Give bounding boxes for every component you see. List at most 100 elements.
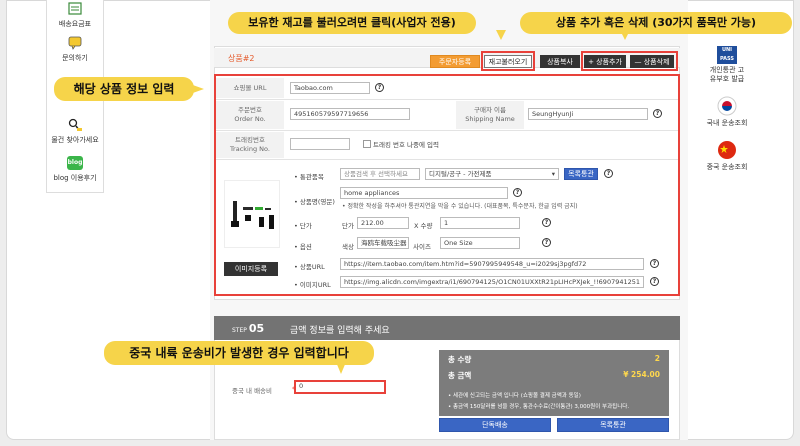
tracking-later-checkbox[interactable] (363, 140, 371, 148)
callout-enter-info: 해당 상품 정보 입력 (54, 77, 194, 101)
color-input[interactable]: 海鸥车载吸尘器【现 (357, 237, 409, 249)
step-number: STEP 05 (232, 322, 264, 335)
copy-product-button[interactable]: 상품복사 (540, 55, 580, 68)
shipping-name-input[interactable]: SeungHyunJi (528, 108, 648, 120)
unipass-icon: UNI PASS (717, 46, 737, 64)
shopping-url-input[interactable]: Taobao.com (290, 82, 370, 94)
shipping-name-label-en: Shipping Name (465, 115, 515, 123)
image-register-button[interactable]: 이미지등록 (224, 262, 278, 276)
step-number-value: 05 (248, 322, 265, 335)
help-icon[interactable]: ? (604, 169, 613, 178)
callout-add-delete: 상품 추가 혹은 삭제 (30가지 품목만 가능) (520, 12, 792, 34)
menu-label: 중국 운송조회 (706, 163, 748, 171)
product-name-note: • 정확한 작성을 하주셔야 통관지연을 막을 수 있습니다. (대표품목, 특… (342, 203, 578, 210)
tracking-label-en: Tracking No. (230, 145, 270, 153)
add-delete-highlight (581, 51, 678, 71)
category-value: 디지털/공구 - 가전제품 (429, 170, 492, 178)
order-no-label: 주문번호 Order No. (216, 101, 284, 129)
order-no-input[interactable]: 495160579597719656 (290, 108, 410, 120)
step-header (214, 316, 680, 340)
step-prefix: STEP (232, 327, 247, 334)
single-ship-button[interactable]: 단독배송 (439, 418, 551, 432)
menu-label: blog 이용후기 (53, 174, 97, 182)
callout-pointer (620, 30, 630, 40)
row-divider (216, 130, 678, 131)
menu-inquiry[interactable]: 문의하기 (47, 36, 103, 63)
shipping-cost-input[interactable]: 0 (296, 382, 384, 392)
menu-china-tracking[interactable]: 중국 운송조회 (697, 140, 757, 172)
shipping-name-label: 구매자 이름 Shipping Name (456, 101, 524, 129)
menu-label: 개인통관 고유부호 발급 (709, 66, 745, 83)
size-label: 사이즈 (413, 243, 431, 251)
right-quick-menu: UNI PASS 개인통관 고유부호 발급 국내 운송조회 중국 운송조회 (697, 36, 757, 186)
help-icon[interactable]: ? (513, 188, 522, 197)
search-person-icon (68, 118, 82, 131)
customs-item-label: • 통관품목 (294, 173, 324, 181)
blog-icon: blog (67, 156, 83, 170)
order-no-label-ko: 주문번호 (238, 106, 262, 114)
quantity-input[interactable]: 1 (440, 217, 520, 229)
color-label: 색상 (342, 243, 354, 251)
product-image (224, 180, 280, 248)
product-url-label: • 상품URL (294, 263, 325, 271)
callout-load-stock: 보유한 재고를 불러오려면 클릭(사업자 전용) (228, 12, 476, 34)
help-icon[interactable]: ? (653, 109, 662, 118)
help-icon[interactable]: ? (650, 277, 659, 286)
help-icon[interactable]: ? (375, 83, 384, 92)
menu-shipping-rates[interactable]: 배송요금표 (47, 2, 103, 29)
row-divider (216, 99, 678, 100)
tracking-label-ko: 트래킹번호 (235, 136, 265, 144)
total-qty-label: 총 수량 (448, 355, 472, 364)
list-customs-button[interactable]: 목록통관 (557, 418, 669, 432)
customs-item-search[interactable]: 상품검색 후 선택하세요 (340, 168, 420, 180)
callout-pointer (336, 362, 346, 374)
shopping-url-label: 쇼핑몰 URL (216, 78, 284, 98)
tracking-input[interactable] (290, 138, 350, 150)
chat-icon (68, 36, 82, 50)
shipping-name-label-ko: 구매자 이름 (474, 106, 506, 114)
help-icon[interactable]: ? (650, 259, 659, 268)
quantity-label: X 수량 (414, 222, 433, 230)
callout-pointer (190, 84, 204, 94)
summary-note-2: • 총금액 150달러를 넘을 경우, 통관수수료(간이통관) 3,000원이 … (448, 404, 630, 410)
image-url-input[interactable]: https://img.alicdn.com/imgextra/i1/69079… (340, 276, 644, 288)
help-icon[interactable]: ? (542, 218, 551, 227)
product-title: 상품#2 (228, 54, 255, 63)
product-url-input[interactable]: https://item.taobao.com/item.htm?id=5907… (340, 258, 644, 270)
unit-price-label: 단가 (342, 222, 354, 230)
menu-unipass[interactable]: UNI PASS 개인통관 고유부호 발급 (697, 46, 757, 84)
menu-blog-reviews[interactable]: blog blog 이용후기 (47, 156, 103, 183)
menu-lost-items[interactable]: 물건 찾아가세요 (47, 118, 103, 145)
menu-domestic-tracking[interactable]: 국내 운송조회 (697, 96, 757, 128)
china-flag-icon (718, 141, 736, 159)
help-icon[interactable]: ? (542, 238, 551, 247)
total-amount-value: ¥ 254.00 (623, 370, 660, 379)
shipping-cost-label: 중국 내 배송비 (232, 387, 273, 395)
category-select[interactable]: 디지털/공구 - 가전제품 ▾ (425, 168, 559, 180)
total-amount-label: 총 금액 (448, 371, 472, 380)
price-label: • 단가 (294, 222, 312, 230)
size-input[interactable]: One Size (440, 237, 520, 249)
unit-price-input[interactable]: 212.00 (357, 217, 409, 229)
tracking-later-label: 트래킹 번호 나중에 입력 (373, 141, 439, 149)
menu-label: 문의하기 (62, 54, 88, 62)
menu-label: 물건 찾아가세요 (51, 136, 99, 144)
total-qty-value: 2 (654, 354, 660, 363)
row-divider (216, 159, 678, 160)
vacuum-product-image (231, 201, 274, 229)
menu-label: 배송요금표 (58, 20, 92, 28)
summary-note-1: • 세관에 신고되는 금액 입니다 (쇼핑몰 결제 금액과 동일) (448, 393, 581, 399)
callout-shipping-note: 중국 내륙 운송비가 발생한 경우 입력합니다 (104, 341, 374, 365)
customs-register-button[interactable]: 주문자등록 (430, 55, 480, 68)
menu-label: 국내 운송조회 (706, 119, 748, 127)
image-url-label: • 이미지URL (294, 281, 331, 289)
product-name-label: • 상품명(영문) (294, 198, 335, 206)
customs-list-button[interactable]: 목록통관 (564, 168, 598, 180)
chevron-down-icon: ▾ (551, 170, 555, 178)
load-stock-highlight (481, 51, 535, 71)
price-table-icon (68, 2, 82, 15)
tracking-label: 트래킹번호 Tracking No. (216, 132, 284, 158)
product-name-input[interactable]: home appliances (340, 187, 508, 199)
callout-pointer (496, 30, 506, 40)
option-label: • 옵션 (294, 243, 312, 251)
